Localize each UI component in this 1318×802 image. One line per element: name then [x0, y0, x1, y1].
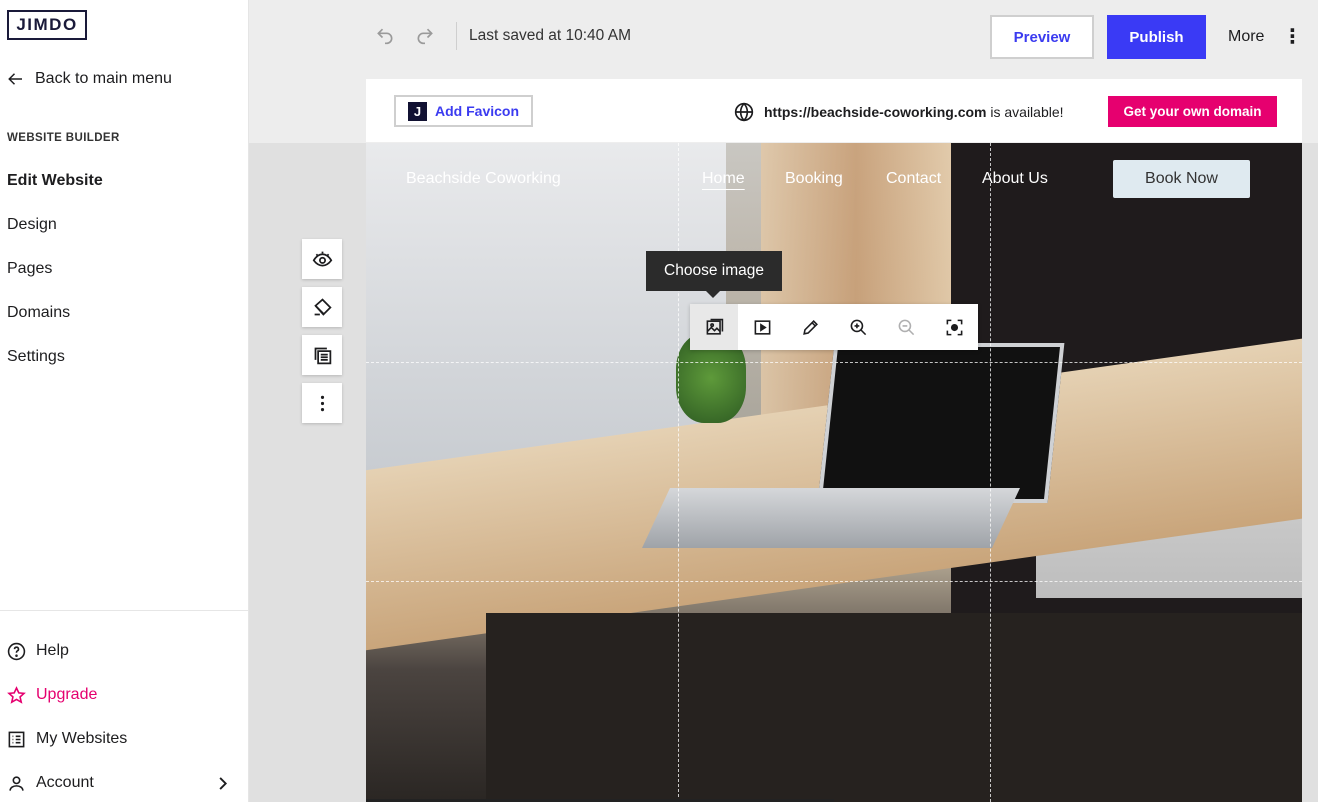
website-preview: J Add Favicon https://beachside-coworkin…: [366, 79, 1302, 802]
block-options-button[interactable]: [302, 383, 342, 423]
sidebar-nav: Edit Website Design Pages Domains Settin…: [7, 170, 103, 390]
sidebar-item-help[interactable]: Help: [7, 642, 232, 686]
add-favicon-button[interactable]: J Add Favicon: [394, 95, 533, 127]
edit-image-button[interactable]: [786, 304, 834, 350]
site-nav-contact[interactable]: Contact: [886, 170, 941, 188]
choose-image-button[interactable]: [690, 304, 738, 350]
user-icon: [9, 776, 24, 791]
book-now-button[interactable]: Book Now: [1113, 160, 1250, 198]
editor-topbar: Last saved at 10:40 AM Preview Publish M…: [249, 0, 1318, 78]
get-domain-button[interactable]: Get your own domain: [1108, 96, 1277, 127]
zoom-in-button[interactable]: [834, 304, 882, 350]
site-brand[interactable]: Beachside Coworking: [406, 170, 561, 188]
chevron-right-icon: [219, 777, 228, 790]
domain-availability: https://beachside-coworking.com is avail…: [734, 102, 1064, 122]
sidebar-item-upgrade[interactable]: Upgrade: [7, 686, 232, 730]
list-icon: [8, 731, 25, 748]
undo-icon[interactable]: [375, 25, 395, 45]
focus-icon: [946, 319, 962, 335]
grid-guide: [366, 362, 1302, 363]
preview-button[interactable]: Preview: [990, 15, 1094, 59]
visibility-toggle-button[interactable]: [302, 239, 342, 279]
redo-icon[interactable]: [415, 25, 435, 45]
grid-guide: [366, 581, 1302, 582]
sidebar-item-domains[interactable]: Domains: [7, 302, 103, 346]
section-title: WEBSITE BUILDER: [7, 132, 120, 144]
image-toolbar: [690, 304, 978, 350]
sidebar-bottom-nav: Help Upgrade My Websites Account: [7, 642, 232, 802]
upgrade-label: Upgrade: [36, 686, 98, 703]
style-block-button[interactable]: [302, 287, 342, 327]
kebab-icon: ⋮: [1282, 26, 1303, 48]
site-nav-booking[interactable]: Booking: [785, 170, 843, 188]
choose-image-tooltip: Choose image: [646, 251, 782, 298]
duplicate-icon: [314, 347, 331, 364]
sidebar-item-design[interactable]: Design: [7, 214, 103, 258]
domain-bar: J Add Favicon https://beachside-coworkin…: [366, 79, 1302, 143]
help-label: Help: [36, 642, 69, 659]
zoom-out-icon: [898, 319, 914, 335]
sidebar-item-account[interactable]: Account: [7, 774, 232, 802]
duplicate-block-button[interactable]: [302, 335, 342, 375]
publish-button[interactable]: Publish: [1107, 15, 1206, 59]
sidebar-item-my-websites[interactable]: My Websites: [7, 730, 232, 774]
eye-icon: [312, 251, 332, 267]
grid-guide: [990, 143, 991, 802]
site-navigation: Beachside Coworking Home Booking Contact…: [366, 143, 1302, 213]
zoom-in-icon: [850, 319, 866, 335]
my-websites-label: My Websites: [36, 730, 128, 747]
video-icon: [754, 319, 770, 335]
add-favicon-label: Add Favicon: [435, 103, 520, 119]
back-label: Back to main menu: [35, 70, 172, 87]
more-label: More: [1228, 28, 1265, 45]
focus-point-button[interactable]: [930, 304, 978, 350]
vertical-dots-icon: [320, 395, 324, 411]
sidebar-item-edit-website[interactable]: Edit Website: [7, 170, 103, 214]
back-to-main-menu[interactable]: Back to main menu: [7, 70, 172, 88]
edit-icon: [802, 319, 818, 335]
paint-bucket-icon: [313, 297, 332, 316]
topbar-divider: [456, 22, 457, 50]
globe-icon: [734, 102, 754, 122]
zoom-out-button[interactable]: [882, 304, 930, 350]
last-saved-status: Last saved at 10:40 AM: [469, 27, 631, 44]
grid-guide: [678, 143, 679, 802]
more-menu-button[interactable]: More ⋮: [1228, 26, 1303, 48]
hero-cabinet-photo: [486, 613, 1302, 802]
site-nav-about-us[interactable]: About Us: [982, 170, 1048, 188]
help-icon: [7, 642, 26, 661]
jimdo-logo[interactable]: JIMDO: [7, 10, 87, 40]
arrow-left-icon: [8, 73, 22, 85]
sidebar: JIMDO Back to main menu WEBSITE BUILDER …: [0, 0, 249, 802]
account-label: Account: [36, 774, 94, 791]
star-icon: [7, 686, 26, 704]
sidebar-item-settings[interactable]: Settings: [7, 346, 103, 390]
sidebar-divider: [0, 610, 248, 611]
hero-laptop-base-photo: [642, 488, 1020, 548]
hero-laptop-screen-photo: [817, 343, 1065, 503]
hero-image[interactable]: Beachside Coworking Home Booking Contact…: [366, 143, 1302, 802]
choose-image-icon: [706, 318, 723, 335]
favicon-j-icon: J: [408, 101, 427, 121]
sidebar-item-pages[interactable]: Pages: [7, 258, 103, 302]
video-button[interactable]: [738, 304, 786, 350]
domain-name: https://beachside-coworking.com: [764, 104, 987, 120]
domain-suffix: is available!: [990, 104, 1064, 120]
site-nav-home[interactable]: Home: [702, 170, 745, 188]
